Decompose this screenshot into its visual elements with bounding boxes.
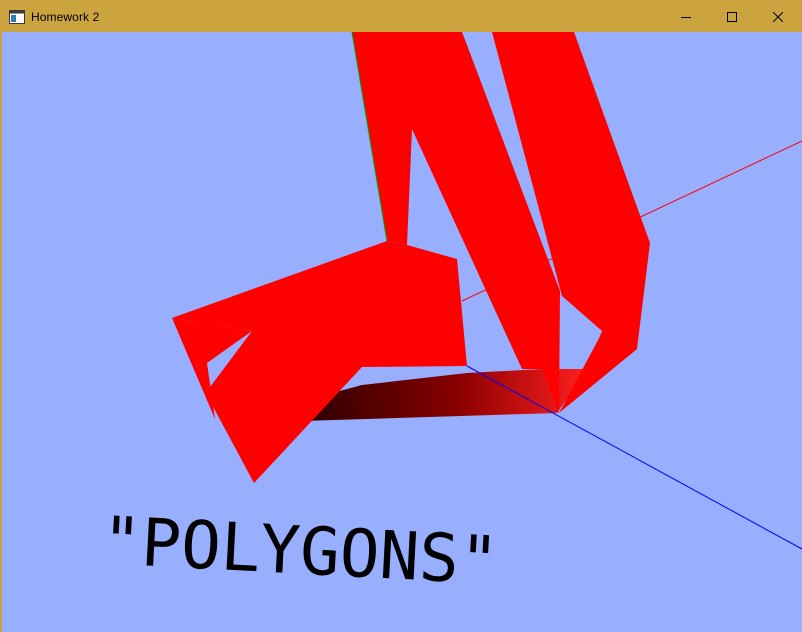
app-window: Homework 2 "POLYGONS" <box>0 0 802 632</box>
window-controls <box>663 1 801 32</box>
render-canvas[interactable]: "POLYGONS" <box>2 32 802 632</box>
maximize-icon <box>727 11 737 22</box>
scene-drawing: "POLYGONS" <box>100 32 802 600</box>
minimize-button[interactable] <box>663 1 709 32</box>
window-title: Homework 2 <box>31 9 100 24</box>
close-icon <box>773 11 783 22</box>
maximize-button[interactable] <box>709 1 755 32</box>
polygons-caption: "POLYGONS" <box>100 502 501 600</box>
minimize-icon <box>681 16 691 18</box>
close-button[interactable] <box>755 1 801 32</box>
z-axis-line <box>466 365 802 550</box>
window-app-icon <box>9 9 25 24</box>
polygon-left-body <box>172 241 467 483</box>
title-bar[interactable]: Homework 2 <box>1 1 801 32</box>
